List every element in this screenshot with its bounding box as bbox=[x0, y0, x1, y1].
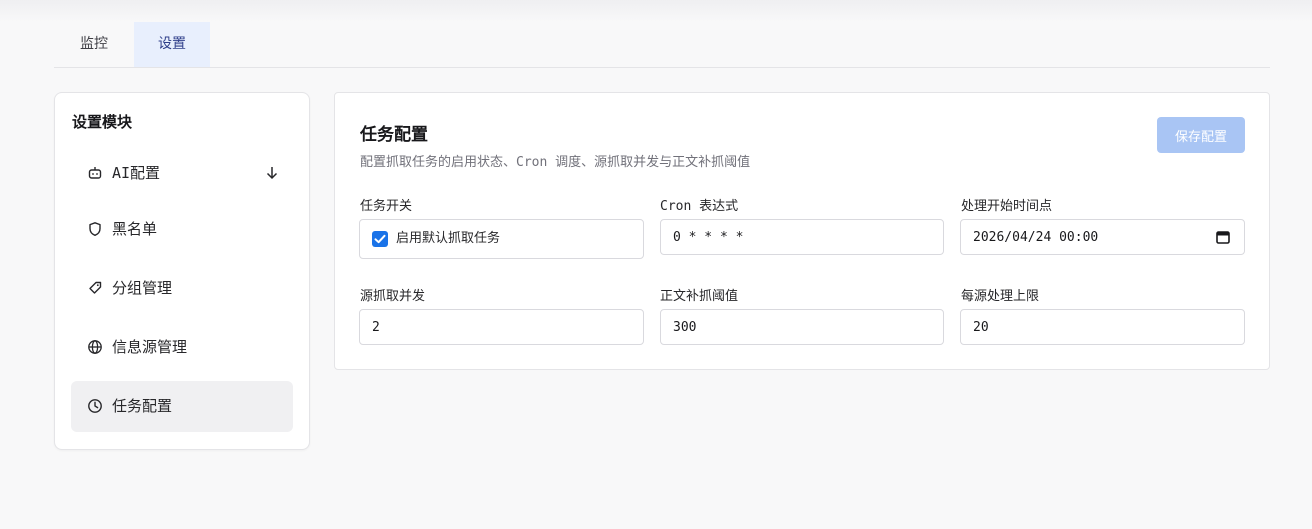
globe-icon bbox=[88, 340, 102, 354]
concurrency-label: 源抓取并发 bbox=[360, 289, 426, 304]
sidebar-item-label: 信息源管理 bbox=[112, 338, 188, 356]
start-time-value: 2026/04/24 00:00 bbox=[973, 230, 1099, 245]
sidebar-item-label: 分组管理 bbox=[112, 279, 173, 297]
start-time-input[interactable]: 2026/04/24 00:00 bbox=[960, 219, 1245, 255]
checkmark-icon bbox=[374, 234, 386, 244]
sidebar-item-label: AI配置 bbox=[112, 164, 161, 182]
per-source-limit-label: 每源处理上限 bbox=[961, 289, 1040, 304]
cron-input[interactable] bbox=[660, 219, 944, 255]
settings-sidebar: 设置模块 AI配置 黑名单 分组管理 信息源管理 任务配置 bbox=[54, 92, 310, 450]
save-config-button[interactable]: 保存配置 bbox=[1157, 117, 1245, 153]
task-config-panel: 任务配置 配置抓取任务的启用状态、Cron 调度、源抓取并发与正文补抓阈值 保存… bbox=[334, 92, 1270, 370]
enable-task-checkbox[interactable] bbox=[372, 231, 388, 247]
shield-icon bbox=[89, 222, 101, 236]
cron-label: Cron 表达式 bbox=[660, 199, 739, 214]
sidebar-item-source-management[interactable]: 信息源管理 bbox=[71, 322, 293, 373]
refetch-threshold-label: 正文补抓阈值 bbox=[660, 289, 739, 304]
task-switch-field: 启用默认抓取任务 bbox=[359, 219, 644, 259]
task-switch-label: 任务开关 bbox=[360, 199, 413, 214]
sidebar-title: 设置模块 bbox=[72, 113, 133, 131]
concurrency-input[interactable] bbox=[359, 309, 644, 345]
top-tabs: 监控 设置 bbox=[54, 22, 1270, 68]
arrow-down-icon[interactable] bbox=[263, 164, 281, 182]
start-time-label: 处理开始时间点 bbox=[961, 199, 1053, 214]
top-shade bbox=[0, 0, 1312, 22]
tab-monitor[interactable]: 监控 bbox=[54, 22, 134, 67]
sidebar-item-blacklist[interactable]: 黑名单 bbox=[71, 204, 293, 255]
page-subtitle: 配置抓取任务的启用状态、Cron 调度、源抓取并发与正文补抓阈值 bbox=[360, 155, 751, 170]
per-source-limit-input[interactable] bbox=[960, 309, 1245, 345]
calendar-icon[interactable] bbox=[1216, 230, 1230, 244]
sidebar-item-ai-config[interactable]: AI配置 bbox=[71, 148, 293, 199]
sidebar-item-group-management[interactable]: 分组管理 bbox=[71, 263, 293, 314]
sidebar-item-label: 任务配置 bbox=[112, 397, 173, 415]
page-title: 任务配置 bbox=[360, 125, 428, 145]
tab-settings[interactable]: 设置 bbox=[134, 22, 210, 67]
tag-icon bbox=[89, 281, 102, 294]
sidebar-item-task-config[interactable]: 任务配置 bbox=[71, 381, 293, 432]
clock-icon bbox=[88, 399, 102, 413]
sidebar-item-label: 黑名单 bbox=[112, 220, 158, 238]
enable-task-checkbox-label[interactable]: 启用默认抓取任务 bbox=[396, 220, 500, 258]
robot-icon bbox=[88, 167, 102, 179]
refetch-threshold-input[interactable] bbox=[660, 309, 944, 345]
